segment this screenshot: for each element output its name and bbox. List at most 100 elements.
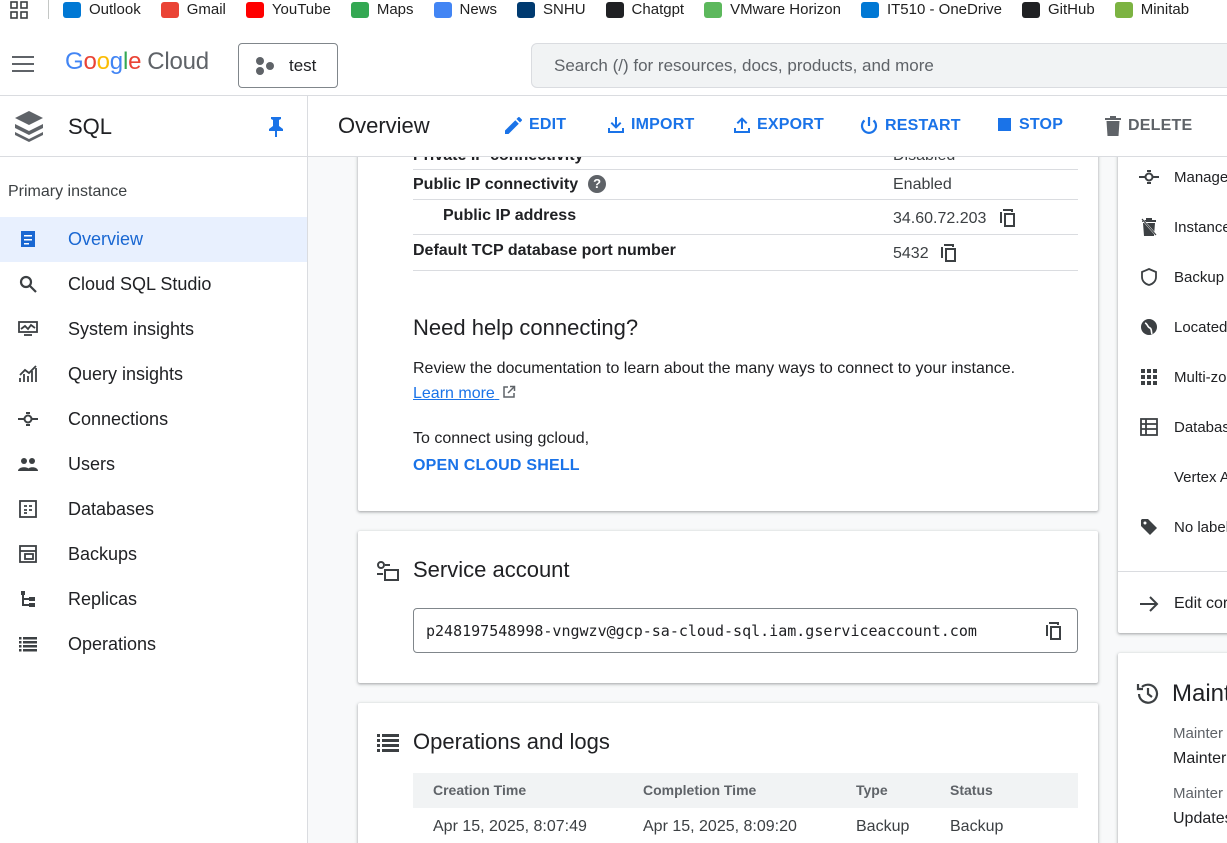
gmail-icon [160,1,179,18]
chart-icon [18,364,38,384]
overview-icon [18,229,38,249]
bookmark-gmail[interactable]: Gmail [160,0,226,19]
bookmark-divider [48,0,49,19]
sidebar-item-label: Cloud SQL Studio [68,274,212,294]
news-icon [433,1,452,18]
bookmark-chatgpt[interactable]: Chatgpt [605,0,684,19]
search-icon [18,274,38,294]
gcloud-text: To connect using gcloud, [413,430,590,447]
copy-icon[interactable] [1046,622,1062,640]
sidebar-item-replicas[interactable]: Replicas [0,577,307,622]
info-item-6: Vertex A [1139,465,1227,489]
edit-button[interactable]: EDIT [505,116,566,134]
bookmark-news[interactable]: News [433,0,497,19]
menu-icon[interactable] [12,56,34,73]
bookmark-minitab[interactable]: Minitab [1114,0,1189,19]
export-icon [734,117,750,133]
top-header: Google Cloud test Search (/) for resource… [0,34,1227,96]
sidebar-item-system-insights[interactable]: System insights [0,307,307,352]
arrow-right-icon [1139,594,1159,614]
bookmark-it510-onedrive[interactable]: IT510 - OneDrive [860,0,1002,19]
shield-icon [1139,267,1159,287]
sidebar-item-overview[interactable]: Overview [0,217,307,262]
google-cloud-logo[interactable]: Google Cloud [65,48,209,76]
sidebar-item-label: Databases [68,499,155,519]
column-header[interactable]: Type [856,782,888,798]
port-row: Default TCP database port number 5432 [413,235,1078,271]
bookmark-snhu[interactable]: SNHU [517,0,586,19]
page-title: Overview [338,113,430,138]
outlook-icon [63,1,81,18]
power-icon [860,117,878,134]
project-icon [255,56,275,76]
delete-button[interactable]: DELETE [1104,116,1192,136]
restart-button[interactable]: RESTART [859,116,961,136]
table-row[interactable]: Apr 15, 2025, 8:07:49 Apr 15, 2025, 8:09… [413,808,1078,843]
blank-icon [1139,467,1159,487]
bookmarks-bar: Outlook Gmail YouTube Maps News SNHU Chatgpt VM… [0,0,1227,19]
sidebar-item-label: Connections [68,409,169,429]
export-button[interactable]: EXPORT [733,116,824,134]
table-header: Creation Time Completion Time Type Statu… [413,773,1078,808]
sidebar-item-label: Backups [68,544,138,564]
search-input[interactable]: Search (/) for resources, docs, products… [531,43,1227,88]
connections-icon [18,409,38,429]
column-header[interactable]: Status [950,782,993,798]
backups-icon [18,544,38,564]
replicas-icon [18,589,38,609]
monitor-icon [18,319,38,339]
sidebar-item-operations[interactable]: Operations [0,622,307,667]
sidebar-item-users[interactable]: Users [0,442,307,487]
bookmark-vmware-horizon[interactable]: VMware Horizon [704,0,841,19]
copy-icon[interactable] [1000,209,1016,227]
sidebar-item-label: Query insights [68,364,184,384]
private-ip-row: Private IP connectivity Disabled [413,157,1078,170]
apps-grid-icon[interactable] [10,0,32,19]
sidebar-item-cloud-sql-studio[interactable]: Cloud SQL Studio [0,262,307,307]
help-title: Need help connecting? [413,315,639,340]
sidebar-item-backups[interactable]: Backups [0,532,307,577]
project-selector-button[interactable]: test [238,43,338,88]
import-button[interactable]: IMPORT [607,116,694,134]
service-account-field[interactable]: p248197548998-vngwzv@gcp-sa-cloud-sql.ia… [413,608,1078,653]
edit-config-link[interactable]: Edit cor [1139,592,1227,616]
sidebar-item-label: System insights [68,319,195,339]
import-icon [608,117,624,133]
copy-icon[interactable] [941,244,957,262]
sidebar-item-databases[interactable]: Databases [0,487,307,532]
panel-divider [1118,571,1227,572]
globe-icon [1139,317,1159,337]
bookmark-github[interactable]: GitHub [1022,0,1095,19]
stop-button[interactable]: STOP [997,116,1063,134]
sidebar-item-query-insights[interactable]: Query insights [0,352,307,397]
info-item-1: Instance [1139,215,1227,239]
pin-icon[interactable] [268,117,286,137]
main-content: Private IP connectivity Disabled Public … [308,157,1227,843]
instance-info-panel: Manage Instance Backup Located Multi-zo Datab… [1118,157,1227,633]
service-account-value: p248197548998-vngwzv@gcp-sa-cloud-sql.ia… [426,622,977,640]
maps-icon [350,1,369,18]
search-placeholder: Search (/) for resources, docs, products… [554,55,934,75]
vmware-icon [704,1,723,18]
maintenance-card: Maint Mainter Mainter Mainter Updates [1118,653,1227,843]
help-icon[interactable]: ? [588,175,607,193]
youtube-icon [245,1,264,18]
sidebar-item-label: Overview [68,229,144,249]
learn-more-link[interactable]: Learn more [413,385,516,403]
info-item-7: No label [1139,515,1227,539]
bookmark-outlook[interactable]: Outlook [63,0,141,19]
column-header[interactable]: Completion Time [643,782,756,798]
sidebar-item-label: Replicas [68,589,138,609]
grid-icon [1139,367,1159,387]
info-item-0: Manage [1139,165,1227,189]
column-header[interactable]: Creation Time [433,782,526,798]
sidebar-item-connections[interactable]: Connections [0,397,307,442]
service-account-title: Service account [413,557,570,582]
bookmark-youtube[interactable]: YouTube [245,0,331,19]
bookmark-maps[interactable]: Maps [350,0,414,19]
open-cloud-shell-link[interactable]: OPEN CLOUD SHELL [413,457,580,475]
info-item-5: Databas [1139,415,1227,439]
public-ip-label: Public IP connectivity? [413,175,607,194]
list-icon [377,734,399,752]
info-item-4: Multi-zo [1139,365,1227,389]
